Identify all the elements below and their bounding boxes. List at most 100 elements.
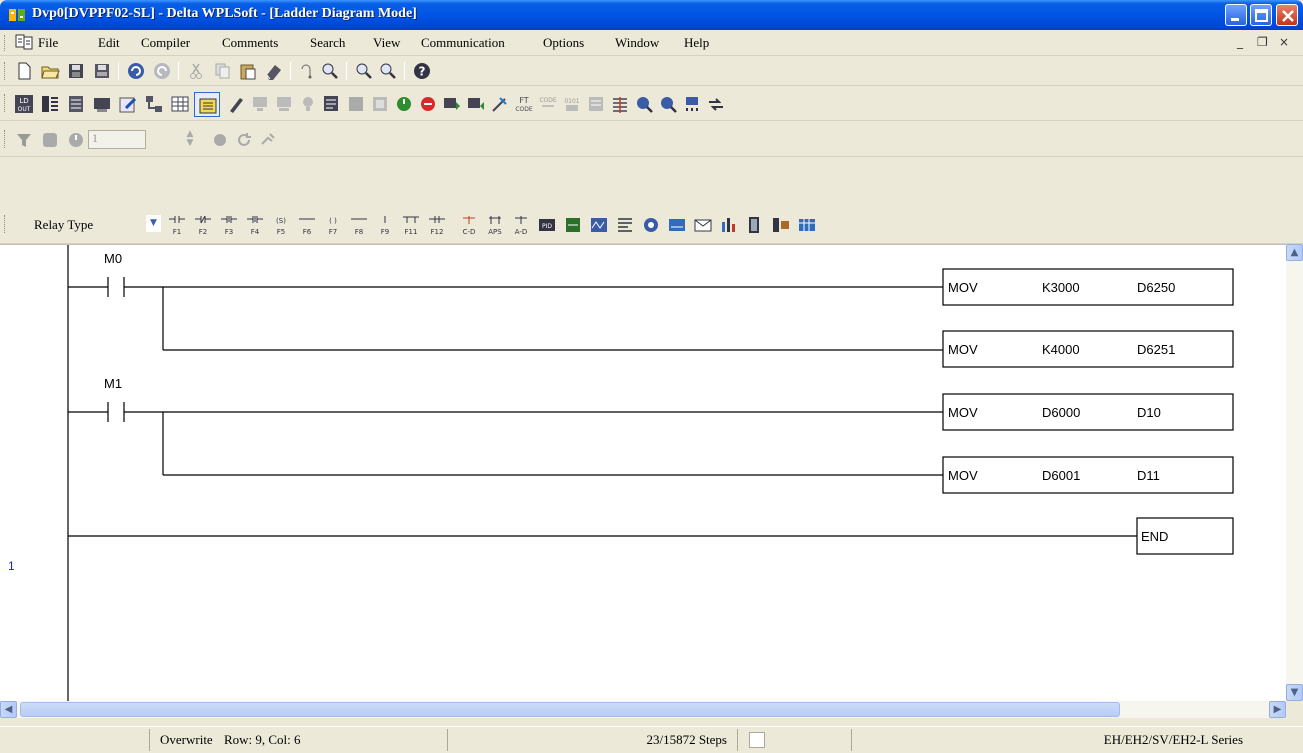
edit-comment-icon[interactable]	[118, 94, 138, 114]
step-input[interactable]: 1	[88, 130, 146, 149]
upload-icon[interactable]	[466, 94, 486, 114]
eraser-icon[interactable]	[264, 61, 284, 81]
new-file-icon[interactable]	[14, 61, 34, 81]
format-icon[interactable]	[586, 94, 606, 114]
monitor-stop-icon[interactable]	[274, 94, 294, 114]
menu-file[interactable]: File	[38, 35, 58, 51]
step-spinner[interactable]: ▲ ▼	[183, 130, 197, 149]
svg-text:F1: F1	[173, 228, 181, 236]
filter-icon[interactable]	[14, 130, 34, 150]
ladder-canvas[interactable]: M0 MOV K3000 D6250 MOV K4000 D6251 M1 MO…	[0, 245, 1286, 701]
power-icon[interactable]	[66, 130, 86, 150]
instruction-box-4[interactable]	[942, 456, 1234, 494]
edit-register-icon[interactable]	[322, 94, 342, 114]
find-icon[interactable]	[298, 61, 318, 81]
operand-1b: D6250	[1137, 280, 1175, 295]
scroll-right-button[interactable]: ▶	[1269, 701, 1286, 718]
vertical-scrollbar[interactable]: ▲ ▼	[1286, 244, 1303, 701]
connect-icon[interactable]	[40, 130, 60, 150]
zoom-out-icon[interactable]	[378, 61, 398, 81]
cut-icon[interactable]	[186, 61, 206, 81]
transfer-icon[interactable]	[706, 94, 726, 114]
ld-out-icon[interactable]: LDOUT	[14, 94, 34, 114]
brush-icon[interactable]	[226, 94, 246, 114]
line-number: 1	[8, 559, 15, 573]
menu-comments[interactable]: Comments	[222, 35, 278, 51]
code-compare-icon[interactable]: CODE	[538, 94, 558, 114]
save-as-icon[interactable]	[92, 61, 112, 81]
device-tree-icon[interactable]	[682, 94, 702, 114]
undo-icon[interactable]	[126, 61, 146, 81]
scroll-down-button[interactable]: ▼	[1286, 684, 1303, 701]
open-folder-icon[interactable]	[40, 61, 60, 81]
monitor-icon[interactable]	[250, 94, 270, 114]
zoom-search-alt-icon[interactable]	[658, 94, 678, 114]
help-icon[interactable]: ?	[412, 61, 432, 81]
stop-icon[interactable]	[418, 94, 438, 114]
menu-communication[interactable]: Communication	[421, 35, 505, 51]
bulb-icon[interactable]	[298, 94, 318, 114]
menu-window[interactable]: Window	[615, 35, 659, 51]
step-over-icon[interactable]	[258, 130, 278, 150]
table-icon[interactable]	[170, 94, 190, 114]
instruction-icon[interactable]	[66, 94, 86, 114]
copy-icon[interactable]	[212, 61, 232, 81]
horizontal-scrollbar[interactable]: ◀ ▶	[0, 701, 1286, 718]
menu-help[interactable]: Help	[684, 35, 709, 51]
document-icon[interactable]	[14, 33, 34, 51]
zoom-search-icon[interactable]	[634, 94, 654, 114]
toolbar-grip[interactable]	[4, 94, 7, 112]
scroll-left-button[interactable]: ◀	[0, 701, 17, 718]
instruction-box-1[interactable]	[942, 268, 1234, 306]
menu-edit[interactable]: Edit	[98, 35, 120, 51]
scroll-up-button[interactable]: ▲	[1286, 244, 1303, 261]
align-icon[interactable]	[610, 94, 630, 114]
svg-text:F7: F7	[329, 228, 337, 236]
device-icon[interactable]	[92, 94, 112, 114]
zoom-in-icon[interactable]	[354, 61, 374, 81]
mdi-close-button[interactable]: ×	[1279, 35, 1289, 49]
active-mode-button[interactable]	[194, 92, 220, 117]
redo-icon[interactable]	[152, 61, 172, 81]
ladder-diagram-area[interactable]: M0 MOV K3000 D6250 MOV K4000 D6251 M1 MO…	[0, 244, 1286, 701]
instruction-box-2[interactable]	[942, 330, 1234, 368]
svg-text:0101: 0101	[564, 98, 579, 105]
run-icon[interactable]	[394, 94, 414, 114]
mdi-minimize-button[interactable]: _	[1237, 35, 1243, 49]
maximize-button[interactable]	[1250, 4, 1272, 26]
toolbar-grip[interactable]	[4, 35, 7, 51]
contact-label-m0: M0	[104, 251, 122, 266]
menu-options[interactable]: Options	[543, 35, 584, 51]
download-icon[interactable]	[442, 94, 462, 114]
record-icon[interactable]	[210, 130, 230, 150]
toolbar-grip[interactable]	[4, 62, 7, 80]
relay-function-keys[interactable]: F1 F2 F3 F4 (S) F5 F6 ( ) F7 F8 F9 F11 F12…	[165, 215, 1025, 237]
chevron-down-icon[interactable]: ▼	[146, 215, 161, 232]
svg-text:( ): ( )	[329, 217, 337, 225]
f3-rising-icon: F3	[221, 216, 237, 236]
probe-icon[interactable]	[490, 94, 510, 114]
horizontal-scroll-thumb[interactable]	[20, 702, 1120, 717]
status-steps: 23/15872 Steps	[448, 729, 738, 751]
close-button[interactable]	[1276, 4, 1298, 26]
toolbar-grip[interactable]	[4, 130, 7, 148]
mdi-restore-button[interactable]: ❐	[1257, 35, 1268, 49]
svg-text:FT: FT	[519, 96, 528, 105]
register-grey-icon[interactable]	[346, 94, 366, 114]
relay-type-select[interactable]: ▼	[126, 215, 162, 235]
binary-icon[interactable]: 0101	[562, 94, 582, 114]
code-icon[interactable]: FTCODE	[514, 94, 534, 114]
paste-icon[interactable]	[238, 61, 258, 81]
minimize-button[interactable]	[1225, 4, 1247, 26]
search-icon[interactable]	[320, 61, 340, 81]
save-icon[interactable]	[66, 61, 86, 81]
refresh-icon[interactable]	[234, 130, 254, 150]
instruction-box-3[interactable]	[942, 393, 1234, 431]
ladder-list-icon[interactable]	[40, 94, 60, 114]
menu-view[interactable]: View	[373, 35, 400, 51]
menu-search[interactable]: Search	[310, 35, 345, 51]
f12-application-icon: F12	[429, 216, 445, 236]
network-icon[interactable]	[144, 94, 164, 114]
register-dim-icon[interactable]	[370, 94, 390, 114]
menu-compiler[interactable]: Compiler	[141, 35, 190, 51]
